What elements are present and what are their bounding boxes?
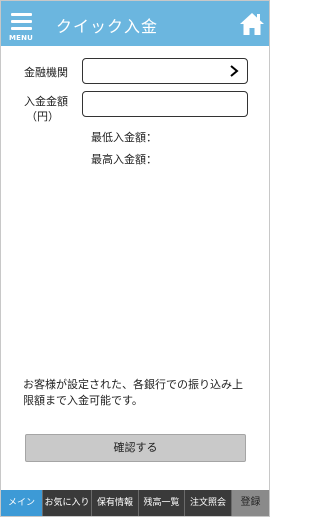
max-amount-label: 最高入金額：	[91, 153, 157, 166]
amount-input[interactable]	[82, 91, 248, 117]
bank-label: 金融機関	[24, 66, 68, 79]
menu-button[interactable]: MENU	[6, 7, 36, 43]
tab-holdings[interactable]: 保有情報	[92, 490, 139, 516]
menu-label: MENU	[8, 34, 34, 42]
min-amount-label: 最低入金額：	[91, 131, 157, 144]
tab-register[interactable]: 登録	[232, 490, 269, 516]
menu-icon	[11, 13, 32, 34]
tab-main[interactable]: メイン	[1, 490, 43, 516]
page-title: クイック入金	[56, 17, 159, 36]
tab-balance-list[interactable]: 残高一覧	[139, 490, 185, 516]
home-button[interactable]	[239, 11, 265, 37]
amount-label: 入金金額	[24, 95, 68, 108]
bottom-tab-bar: メイン お気に入り 保有情報 残高一覧 注文照会 登録	[1, 490, 269, 516]
app-header: MENU クイック入金	[1, 1, 269, 46]
amount-unit-label: （円）	[26, 110, 59, 123]
chevron-right-icon	[230, 65, 239, 77]
tab-order-inquiry[interactable]: 注文照会	[185, 490, 232, 516]
tab-favorites[interactable]: お気に入り	[43, 490, 92, 516]
deposit-note: お客様が設定された、各銀行での振り込み上限額まで入金可能です。	[23, 378, 243, 407]
home-icon	[240, 13, 264, 35]
confirm-button[interactable]: 確認する	[25, 434, 246, 462]
bank-select[interactable]	[82, 58, 248, 84]
